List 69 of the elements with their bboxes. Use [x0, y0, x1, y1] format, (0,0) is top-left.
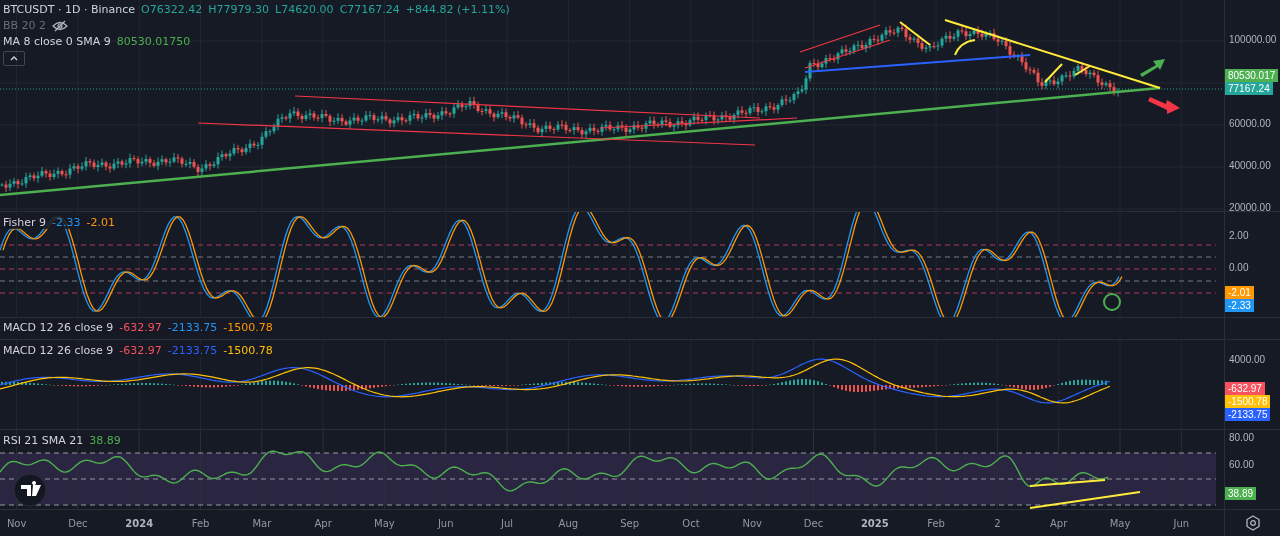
indicator-value: -1500.78: [223, 321, 273, 334]
ohlc-value: O76322.42: [141, 3, 203, 16]
axis-label: 20000.00: [1229, 202, 1271, 211]
down-arrow-icon[interactable]: [1148, 97, 1180, 114]
price-tag: -632.97: [1225, 382, 1265, 395]
time-axis-label: Dec: [803, 517, 824, 529]
axis-label: 100000.00: [1229, 34, 1277, 45]
settings-icon[interactable]: [1244, 515, 1261, 531]
indicator-name[interactable]: MA 8 close 0 SMA 9: [3, 35, 111, 48]
chevron-up-icon: [10, 56, 18, 61]
indicator-value: -2133.75: [167, 321, 218, 334]
logo-icon[interactable]: [13, 473, 47, 507]
trend-line[interactable]: [804, 39, 891, 69]
time-axis-label: Aug: [558, 517, 579, 529]
axis-label: 60000.00: [1229, 118, 1271, 129]
axis-label: 4000.00: [1229, 354, 1266, 365]
indicator-value: -1500.78: [223, 344, 273, 357]
trend-line[interactable]: [599, 117, 798, 129]
indicator-value: 80530.01750: [116, 35, 191, 48]
time-axis-label: May: [1109, 517, 1131, 529]
ohlc-value: H77979.30: [208, 3, 269, 16]
time-axis-label: Feb: [191, 517, 210, 529]
price-tag: 38.89: [1225, 487, 1257, 500]
axis-label: 80.00: [1229, 432, 1255, 443]
time-axis-label: Apr: [1050, 517, 1068, 529]
price-tag: -2.33: [1225, 299, 1254, 312]
axis-label: 2.00: [1229, 230, 1249, 241]
trend-line[interactable]: [197, 122, 756, 146]
price-tag: -1500.78: [1225, 395, 1271, 408]
time-axis-label: Jun: [437, 517, 454, 529]
indicator-name[interactable]: MACD 12 26 close 9: [3, 321, 114, 334]
indicator-value: -2133.75: [167, 344, 218, 357]
indicator-value: -632.97: [119, 344, 162, 357]
time-axis-label: May: [374, 517, 395, 529]
time-axis-label: Nov: [6, 517, 27, 529]
indicator-value: 38.89: [89, 434, 121, 447]
up-arrow-icon[interactable]: [1140, 59, 1165, 77]
axis-label: 40000.00: [1229, 160, 1271, 171]
indicator-value: -2.01: [86, 216, 115, 229]
time-axis-label: Dec: [68, 517, 88, 529]
time-axis-label: Nov: [742, 517, 762, 529]
symbol-title[interactable]: BTCUSDT · 1D · Binance: [3, 3, 136, 16]
circle-annotation[interactable]: [1103, 293, 1121, 311]
time-axis-label: Jun: [1173, 517, 1190, 529]
time-axis-label: Jul: [501, 517, 514, 529]
time-axis-label: Oct: [682, 517, 700, 529]
indicator-name[interactable]: Fisher 9: [3, 216, 47, 229]
indicator-name[interactable]: MACD 12 26 close 9: [3, 344, 114, 357]
ohlc-value: +844.82 (+1.11%): [405, 3, 510, 16]
time-axis-label: Apr: [314, 517, 332, 529]
axis-label: 0.00: [1229, 262, 1249, 273]
axis-label: 60.00: [1229, 459, 1255, 470]
indicator-value: -2.33: [52, 216, 81, 229]
hidden-eye-icon[interactable]: [52, 19, 69, 32]
time-axis-label: Feb: [927, 517, 945, 529]
time-axis-label: 2: [994, 517, 1001, 529]
ohlc-value: C77167.24: [339, 3, 400, 16]
price-tag: 80530.017: [1225, 69, 1279, 82]
time-axis-label: 2025: [860, 517, 889, 529]
price-tag: 77167.24: [1225, 82, 1273, 95]
collapse-button[interactable]: [3, 51, 25, 66]
time-axis-label: 2024: [125, 517, 154, 529]
price-tag: -2133.75: [1225, 408, 1271, 421]
indicator-name[interactable]: RSI 21 SMA 21: [3, 434, 84, 447]
time-axis-label: Sep: [620, 517, 640, 529]
time-axis-label: Mar: [252, 517, 272, 529]
indicator-value: -632.97: [119, 321, 162, 334]
ohlc-value: L74620.00: [275, 3, 334, 16]
price-tag: -2.01: [1225, 286, 1254, 299]
